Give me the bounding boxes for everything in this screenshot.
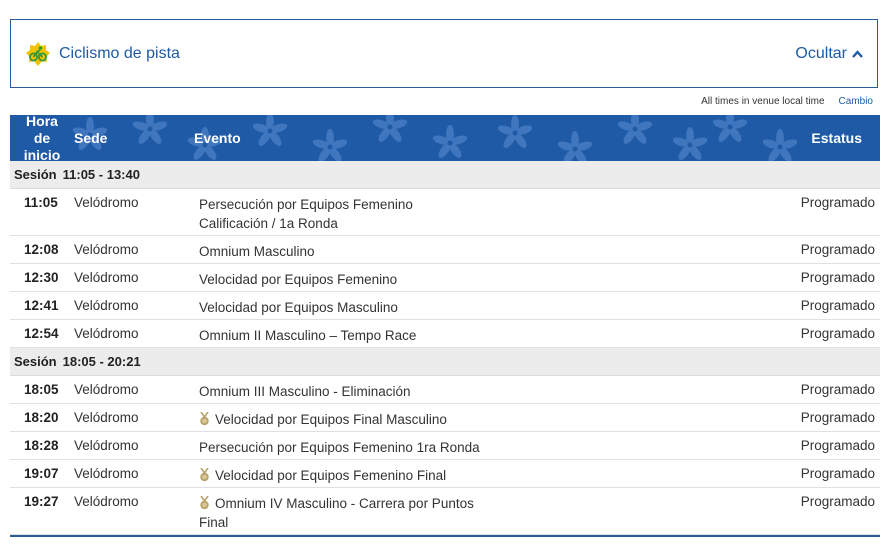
event-name: Omnium III Masculino - Eliminación — [199, 384, 411, 399]
row-venue: Velódromo — [74, 298, 139, 313]
row-event: Velocidad por Equipos Final Masculino — [199, 410, 447, 429]
event-name: Velocidad por Equipos Femenino Final — [215, 468, 447, 483]
session-row: Sesión 18:05 - 20:21 — [10, 348, 880, 376]
sport-header: Ciclismo de pista Ocultar — [10, 19, 878, 88]
row-start-time: 12:41 — [24, 298, 59, 313]
timezone-bar: All times in venue local time Cambio — [701, 96, 873, 107]
row-start-time: 12:54 — [24, 326, 59, 341]
row-status: Programado — [800, 298, 875, 313]
event-name: Persecución por Equipos Femenino 1ra Ron… — [199, 440, 480, 455]
row-status: Programado — [800, 195, 875, 210]
timezone-change-link[interactable]: Cambio — [839, 96, 873, 107]
row-event: Omnium Masculino — [199, 242, 315, 261]
session-row: Sesión 11:05 - 13:40 — [10, 161, 880, 189]
table-row: 12:08 Velódromo Omnium Masculino Programado — [10, 236, 880, 264]
row-start-time: 19:27 — [24, 494, 59, 509]
sport-name: Ciclismo de pista — [59, 44, 180, 62]
row-event: Velocidad por Equipos Masculino — [199, 298, 398, 317]
hide-toggle-label: Ocultar — [795, 44, 847, 62]
row-venue: Velódromo — [74, 195, 139, 210]
row-start-time: 18:20 — [24, 410, 59, 425]
header-time-line2: inicio — [23, 146, 61, 162]
row-venue: Velódromo — [74, 270, 139, 285]
row-venue: Velódromo — [74, 438, 139, 453]
row-event: Omnium II Masculino – Tempo Race — [199, 326, 416, 345]
session-label: Sesión — [14, 354, 57, 369]
row-event: Omnium IV Masculino - Carrera por Puntos… — [199, 494, 474, 532]
row-start-time: 12:08 — [24, 242, 59, 257]
row-status: Programado — [800, 438, 875, 453]
table-row: 18:28 Velódromo Persecución por Equipos Fe… — [10, 432, 880, 460]
row-status: Programado — [800, 410, 875, 425]
row-venue: Velódromo — [74, 326, 139, 341]
row-start-time: 12:30 — [24, 270, 59, 285]
timezone-note: All times in venue local time — [701, 96, 825, 107]
schedule-table: Hora de inicio Sede Evento Estatus Sesión… — [10, 115, 880, 537]
medal-icon — [199, 411, 210, 426]
medal-icon — [199, 495, 210, 510]
row-event: Omnium III Masculino - Eliminación — [199, 382, 411, 401]
row-venue: Velódromo — [74, 382, 139, 397]
row-event: Persecución por Equipos Femenino Califica… — [199, 195, 413, 233]
row-venue: Velódromo — [74, 466, 139, 481]
cycling-icon — [25, 41, 51, 67]
row-start-time: 18:28 — [24, 438, 59, 453]
sport-title-group: Ciclismo de pista — [25, 41, 180, 67]
event-name: Persecución por Equipos Femenino — [199, 197, 413, 212]
table-row: 19:07 Velódromo Velocidad por Equipos Feme… — [10, 460, 880, 488]
event-detail: Final — [199, 515, 229, 530]
event-name: Omnium Masculino — [199, 244, 315, 259]
header-start-time: Hora de inicio — [16, 115, 68, 161]
medal-icon — [199, 467, 210, 482]
row-status: Programado — [800, 494, 875, 509]
row-start-time: 19:07 — [24, 466, 59, 481]
header-time-line1: Hora de — [26, 115, 58, 146]
table-row: 18:20 Velódromo Velocidad por Equipos Fina… — [10, 404, 880, 432]
row-status: Programado — [800, 270, 875, 285]
table-body: Sesión 11:05 - 13:40 11:05 Velódromo Persecu… — [10, 161, 880, 535]
hide-toggle-button[interactable]: Ocultar — [795, 45, 863, 63]
flower-pattern — [71, 115, 799, 161]
row-event: Velocidad por Equipos Femenino — [199, 270, 397, 289]
table-row: 12:30 Velódromo Velocidad por Equipos Feme… — [10, 264, 880, 292]
header-status: Estatus — [811, 129, 862, 146]
session-time: 11:05 - 13:40 — [62, 167, 140, 182]
table-row: 19:27 Velódromo Omnium IV Masculino - Carr… — [10, 488, 880, 535]
row-start-time: 18:05 — [24, 382, 59, 397]
row-status: Programado — [800, 466, 875, 481]
table-row: 12:54 Velódromo Omnium II Masculino – Temp… — [10, 320, 880, 348]
chevron-up-icon — [852, 45, 863, 63]
session-label: Sesión — [14, 167, 57, 182]
header-event: Evento — [194, 129, 241, 146]
row-status: Programado — [800, 382, 875, 397]
row-event: Persecución por Equipos Femenino 1ra Ron… — [199, 438, 480, 457]
event-name: Omnium IV Masculino - Carrera por Puntos — [215, 496, 474, 511]
row-venue: Velódromo — [74, 242, 139, 257]
row-start-time: 11:05 — [24, 195, 58, 210]
row-event: Velocidad por Equipos Femenino Final — [199, 466, 446, 485]
event-name: Velocidad por Equipos Final Masculino — [215, 412, 447, 427]
row-venue: Velódromo — [74, 494, 139, 509]
event-name: Velocidad por Equipos Femenino — [199, 272, 398, 287]
event-name: Omnium II Masculino – Tempo Race — [199, 328, 417, 343]
row-status: Programado — [800, 326, 875, 341]
table-row: 12:41 Velódromo Velocidad por Equipos Masc… — [10, 292, 880, 320]
table-header: Hora de inicio Sede Evento Estatus — [10, 115, 880, 161]
row-venue: Velódromo — [74, 410, 139, 425]
table-row: 18:05 Velódromo Omnium III Masculino - Eli… — [10, 376, 880, 404]
event-detail: Calificación / 1a Ronda — [199, 216, 338, 231]
table-row: 11:05 Velódromo Persecución por Equipos Fe… — [10, 189, 880, 236]
event-name: Velocidad por Equipos Masculino — [199, 300, 398, 315]
header-venue: Sede — [74, 129, 108, 146]
session-time: 18:05 - 20:21 — [62, 354, 141, 369]
row-status: Programado — [800, 242, 875, 257]
